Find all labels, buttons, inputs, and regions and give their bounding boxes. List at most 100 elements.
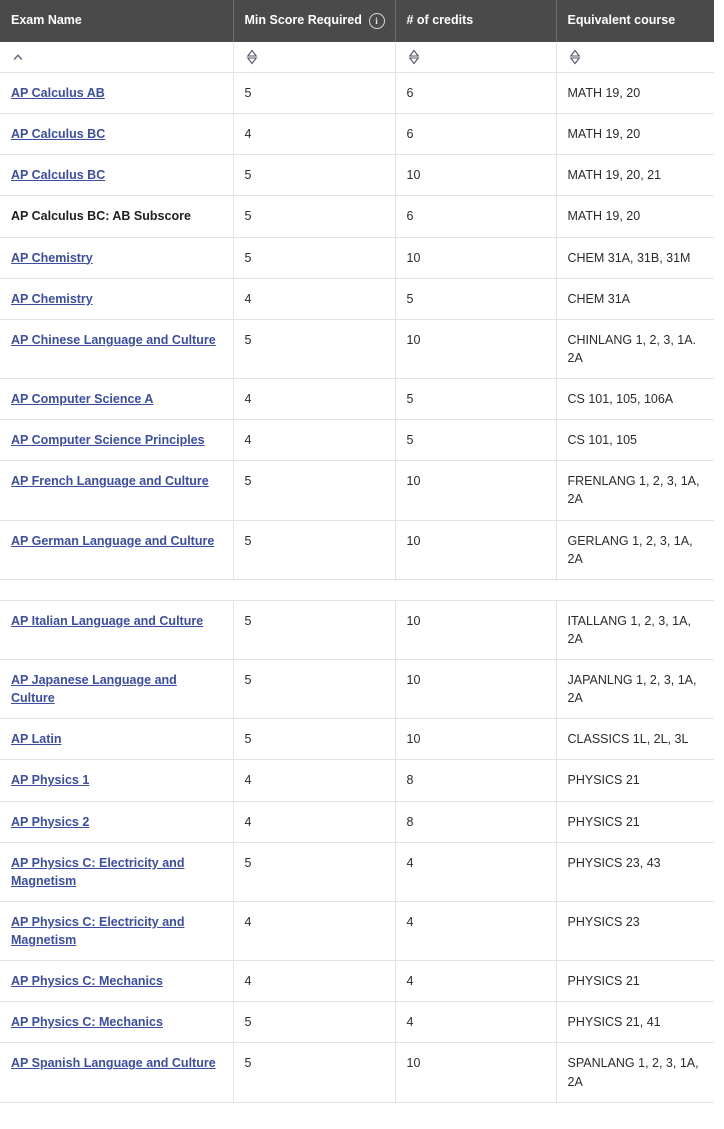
cell-min-score: 5 xyxy=(233,460,396,521)
table-sort-row xyxy=(0,42,714,73)
table-header: Exam Name Min Score Required i # of cred… xyxy=(0,0,714,73)
page-bottom-padding xyxy=(0,1102,716,1129)
ap-credit-table-container: Exam Name Min Score Required i # of cred… xyxy=(0,0,716,1129)
cell-exam-name: AP Spanish Language and Culture xyxy=(0,1042,234,1103)
cell-exam-name: AP Calculus BC xyxy=(0,113,234,156)
cell-equivalent-course: PHYSICS 23, 43 xyxy=(556,842,714,902)
table-row: AP German Language and Culture 5 10 GERLANG… xyxy=(0,520,714,580)
table-row: AP Calculus AB 5 6 MATH 19, 20 xyxy=(0,71,714,115)
cell-min-score: 5 xyxy=(233,1001,396,1044)
cell-credits: 8 xyxy=(395,801,557,843)
cell-exam-name: AP Physics C: Mechanics xyxy=(0,1001,234,1044)
cell-equivalent-course: CHINLANG 1, 2, 3, 1A. 2A xyxy=(556,319,714,380)
cell-equivalent-course: PHYSICS 21 xyxy=(556,801,714,843)
cell-min-score: 5 xyxy=(233,154,396,197)
cell-exam-name: AP Physics C: Mechanics xyxy=(0,960,234,1003)
exam-name-link[interactable]: AP Physics C: Mechanics xyxy=(11,974,163,988)
cell-exam-name: AP Physics 1 xyxy=(0,759,234,802)
cell-min-score: 5 xyxy=(233,237,396,279)
cell-exam-name: AP German Language and Culture xyxy=(0,520,234,580)
exam-name-link[interactable]: AP Physics 1 xyxy=(11,773,89,787)
exam-name-link[interactable]: AP Calculus AB xyxy=(11,86,105,100)
cell-min-score: 4 xyxy=(233,901,396,962)
cell-equivalent-course: PHYSICS 23 xyxy=(556,901,714,962)
cell-credits: 10 xyxy=(395,718,557,761)
column-header-exam-name-label: Exam Name xyxy=(11,13,82,28)
sort-cell-exam-name xyxy=(0,42,234,73)
table-row: AP Italian Language and Culture 5 10 ITALLA… xyxy=(0,599,714,661)
cell-min-score: 5 xyxy=(233,1042,396,1103)
cell-min-score: 5 xyxy=(233,71,396,115)
column-header-equivalent-course-label: Equivalent course xyxy=(567,13,676,28)
exam-name-link[interactable]: AP Physics 2 xyxy=(11,815,89,829)
cell-min-score: 4 xyxy=(233,801,396,843)
cell-min-score: 5 xyxy=(233,659,396,720)
cell-exam-name: AP Calculus BC xyxy=(0,154,234,197)
cell-equivalent-course: CS 101, 105 xyxy=(556,419,714,462)
exam-name-link[interactable]: AP Japanese Language and Culture xyxy=(11,673,177,705)
cell-exam-name: AP French Language and Culture xyxy=(0,460,234,521)
cell-min-score: 4 xyxy=(233,378,396,421)
table-row: AP Computer Science Principles 4 5 CS 101, … xyxy=(0,419,714,462)
exam-name-link[interactable]: AP Chemistry xyxy=(11,251,93,265)
cell-exam-name: AP Computer Science A xyxy=(0,378,234,421)
cell-credits: 10 xyxy=(395,319,557,380)
cell-min-score: 4 xyxy=(233,419,396,462)
exam-name-link[interactable]: AP Physics C: Mechanics xyxy=(11,1015,163,1029)
sort-diamond-icon[interactable] xyxy=(407,49,421,65)
column-header-equivalent-course[interactable]: Equivalent course xyxy=(556,0,714,42)
cell-credits: 6 xyxy=(395,71,557,115)
cell-min-score: 5 xyxy=(233,195,396,238)
cell-equivalent-course: MATH 19, 20 xyxy=(556,195,714,238)
table-row: AP French Language and Culture 5 10 FRENLAN… xyxy=(0,460,714,521)
cell-equivalent-course: FRENLANG 1, 2, 3, 1A, 2A xyxy=(556,460,714,521)
exam-name-link[interactable]: AP Calculus BC xyxy=(11,127,105,141)
exam-name-link[interactable]: AP French Language and Culture xyxy=(11,474,209,488)
exam-name-link[interactable]: AP Calculus BC xyxy=(11,168,105,182)
cell-exam-name: AP Chemistry xyxy=(0,278,234,320)
cell-exam-name: AP Computer Science Principles xyxy=(0,419,234,462)
table-row: AP Calculus BC: AB Subscore 5 6 MATH 19, 20 xyxy=(0,195,714,238)
cell-exam-name: AP Calculus AB xyxy=(0,71,234,115)
exam-name-link[interactable]: AP Computer Science Principles xyxy=(11,433,205,447)
table-header-row: Exam Name Min Score Required i # of cred… xyxy=(0,0,714,42)
cell-credits: 4 xyxy=(395,901,557,962)
cell-min-score: 5 xyxy=(233,718,396,761)
table-row: AP Computer Science A 4 5 CS 101, 105, 106A xyxy=(0,378,714,421)
sort-diamond-icon[interactable] xyxy=(245,49,259,65)
cell-credits: 10 xyxy=(395,1042,557,1103)
exam-name-link[interactable]: AP Latin xyxy=(11,732,61,746)
exam-name-link[interactable]: AP Physics C: Electricity and Magnetism xyxy=(11,915,184,947)
caret-up-icon[interactable] xyxy=(11,49,25,65)
exam-name-link[interactable]: AP German Language and Culture xyxy=(11,534,214,548)
column-header-number-of-credits[interactable]: # of credits xyxy=(395,0,557,42)
cell-min-score: 5 xyxy=(233,319,396,380)
sort-diamond-icon[interactable] xyxy=(568,49,582,65)
table-row: AP Japanese Language and Culture 5 10 JAPAN… xyxy=(0,659,714,720)
cell-credits: 8 xyxy=(395,759,557,802)
exam-name-link[interactable]: AP Physics C: Electricity and Magnetism xyxy=(11,856,184,888)
cell-equivalent-course: PHYSICS 21, 41 xyxy=(556,1001,714,1044)
column-header-min-score-required[interactable]: Min Score Required i xyxy=(233,0,396,42)
table-row: AP Physics C: Mechanics 5 4 PHYSICS 21, 41 xyxy=(0,1001,714,1044)
cell-credits: 10 xyxy=(395,460,557,521)
exam-name-link[interactable]: AP Chinese Language and Culture xyxy=(11,333,216,347)
cell-exam-name: AP Physics 2 xyxy=(0,801,234,843)
cell-credits: 6 xyxy=(395,195,557,238)
cell-credits: 5 xyxy=(395,419,557,462)
exam-name-link[interactable]: AP Spanish Language and Culture xyxy=(11,1056,216,1070)
cell-exam-name: AP Latin xyxy=(0,718,234,761)
cell-credits: 4 xyxy=(395,842,557,902)
column-header-min-score-required-label: Min Score Required xyxy=(244,13,362,28)
cell-min-score: 5 xyxy=(233,842,396,902)
info-circle-icon[interactable]: i xyxy=(368,13,385,29)
cell-equivalent-course: PHYSICS 21 xyxy=(556,960,714,1003)
table-row: AP Physics C: Electricity and Magnetism 4… xyxy=(0,901,714,962)
exam-name-link[interactable]: AP Chemistry xyxy=(11,292,93,306)
exam-name-link[interactable]: AP Italian Language and Culture xyxy=(11,614,203,628)
cell-credits: 4 xyxy=(395,960,557,1003)
cell-credits: 10 xyxy=(395,599,557,661)
column-header-exam-name[interactable]: Exam Name xyxy=(0,0,234,42)
table-row: AP Chemistry 4 5 CHEM 31A xyxy=(0,278,714,320)
exam-name-link[interactable]: AP Computer Science A xyxy=(11,392,153,406)
